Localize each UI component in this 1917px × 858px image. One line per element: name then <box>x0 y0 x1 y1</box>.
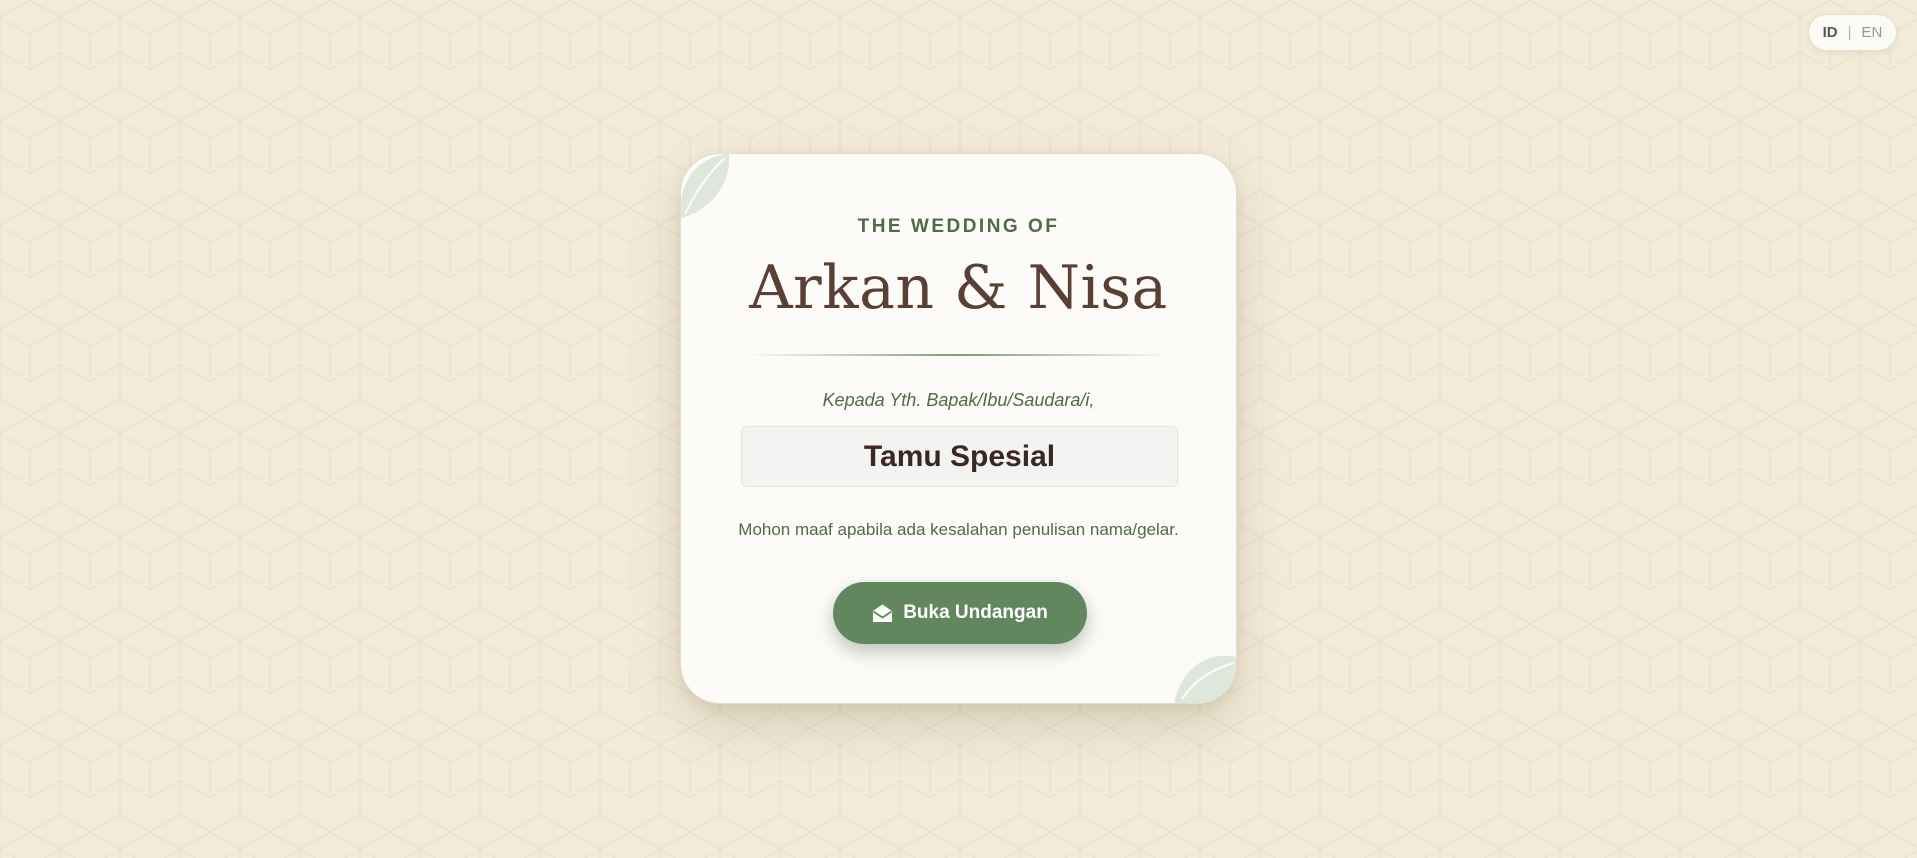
invitation-card: THE WEDDING OF Arkan & Nisa Kepada Yth. … <box>680 153 1237 704</box>
guest-name: Tamu Spesial <box>863 439 1056 473</box>
leaf-icon <box>1174 655 1236 703</box>
open-invitation-label: Buka Undangan <box>903 602 1048 623</box>
language-option-en[interactable]: EN <box>1862 24 1883 41</box>
apology-note: Mohon maaf apabila ada kesalahan penulis… <box>738 520 1179 539</box>
leaf-icon <box>681 154 730 218</box>
language-switcher: ID | EN <box>1808 14 1897 51</box>
language-separator: | <box>1847 24 1852 41</box>
guest-name-box: Tamu Spesial <box>741 426 1178 487</box>
wedding-subtitle: THE WEDDING OF <box>857 216 1060 237</box>
couple-names: Arkan & Nisa <box>749 253 1168 323</box>
envelope-open-icon <box>873 604 893 622</box>
open-invitation-button[interactable]: Buka Undangan <box>833 582 1087 644</box>
divider <box>747 354 1172 356</box>
greeting-text: Kepada Yth. Bapak/Ibu/Saudara/i, <box>822 390 1095 410</box>
language-option-id[interactable]: ID <box>1823 24 1838 41</box>
